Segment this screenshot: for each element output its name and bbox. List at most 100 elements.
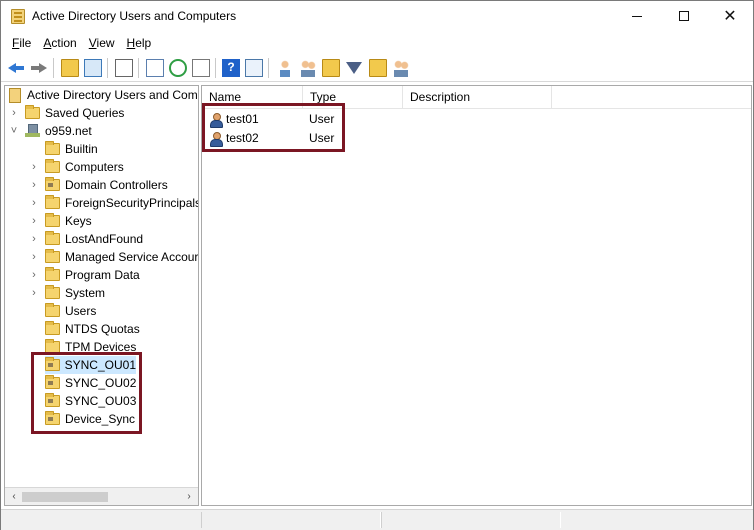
toolbar-separator bbox=[107, 58, 108, 78]
show-hide-console-tree-icon[interactable] bbox=[84, 59, 102, 77]
active-directory-icon bbox=[9, 87, 21, 103]
menu-file[interactable]: File bbox=[6, 33, 37, 53]
minimize-icon bbox=[632, 15, 642, 17]
properties-icon[interactable] bbox=[146, 59, 164, 77]
scrollbar-thumb[interactable] bbox=[22, 492, 108, 502]
menu-action-rest: ction bbox=[51, 36, 77, 50]
clipboard-icon[interactable] bbox=[115, 59, 133, 77]
filter-icon[interactable] bbox=[346, 62, 362, 74]
chevron-right-icon[interactable]: › bbox=[29, 161, 39, 173]
export-list-icon[interactable] bbox=[192, 59, 210, 77]
chevron-right-icon[interactable]: › bbox=[29, 287, 39, 299]
back-icon[interactable] bbox=[7, 59, 25, 77]
tree-item-users[interactable]: Users bbox=[45, 302, 96, 320]
folder-icon bbox=[45, 213, 60, 227]
help-icon[interactable]: ? bbox=[222, 59, 240, 77]
tree-item-foreign-security-principals[interactable]: › ForeignSecurityPrincipals bbox=[29, 194, 198, 212]
scroll-left-arrow[interactable]: ‹ bbox=[7, 490, 21, 504]
tree-item-builtin[interactable]: Builtin bbox=[45, 140, 98, 158]
toolbar-separator bbox=[53, 58, 54, 78]
chevron-right-icon[interactable]: › bbox=[29, 269, 39, 281]
toolbar: ? bbox=[1, 55, 753, 82]
find-objects-icon[interactable] bbox=[369, 59, 387, 77]
active-directory-app-icon bbox=[11, 9, 25, 24]
folder-icon bbox=[45, 159, 60, 173]
scroll-right-arrow[interactable]: › bbox=[182, 490, 196, 504]
folder-icon bbox=[25, 105, 40, 119]
folder-icon bbox=[45, 303, 60, 317]
folder-icon bbox=[45, 141, 60, 155]
up-one-level-icon[interactable] bbox=[61, 59, 79, 77]
tree-item-label: Builtin bbox=[65, 142, 98, 156]
tree-item-label: Computers bbox=[65, 160, 124, 174]
column-header-description[interactable]: Description bbox=[403, 86, 552, 109]
maximize-icon bbox=[679, 11, 689, 21]
folder-icon bbox=[45, 285, 60, 299]
tree-item-system[interactable]: › System bbox=[29, 284, 105, 302]
minimize-button[interactable] bbox=[614, 1, 660, 31]
main-window: Active Directory Users and Computers ✕ F… bbox=[0, 0, 754, 530]
menu-action[interactable]: Action bbox=[37, 33, 82, 53]
add-to-group-icon[interactable] bbox=[392, 59, 410, 77]
menu-help-rest: elp bbox=[135, 36, 152, 50]
tree-item-label: Users bbox=[65, 304, 97, 318]
menu-file-rest: ile bbox=[19, 36, 32, 50]
chevron-right-icon[interactable]: › bbox=[9, 107, 19, 119]
create-ou-icon[interactable] bbox=[322, 59, 340, 77]
tree-item-label: Domain Controllers bbox=[65, 178, 168, 192]
create-user-icon[interactable] bbox=[276, 59, 294, 77]
folder-icon bbox=[45, 321, 60, 335]
status-section bbox=[201, 512, 381, 528]
window-title: Active Directory Users and Computers bbox=[32, 9, 237, 23]
forward-icon[interactable] bbox=[30, 59, 48, 77]
tree-item-label: Saved Queries bbox=[45, 106, 125, 120]
close-button[interactable]: ✕ bbox=[707, 1, 753, 31]
menu-view-rest: iew bbox=[96, 36, 115, 50]
menu-bar: File Action View Help bbox=[1, 32, 753, 54]
menu-view-mnemonic: V bbox=[88, 36, 97, 50]
tree-item-label: Program Data bbox=[65, 268, 140, 282]
tree-item-domain-controllers[interactable]: › Domain Controllers bbox=[29, 176, 168, 194]
chevron-right-icon[interactable]: › bbox=[29, 251, 39, 263]
create-group-icon[interactable] bbox=[299, 59, 317, 77]
chevron-right-icon[interactable]: › bbox=[29, 179, 39, 191]
menu-help[interactable]: Help bbox=[121, 33, 158, 53]
folder-icon bbox=[45, 249, 60, 263]
tree-item-ntds-quotas[interactable]: NTDS Quotas bbox=[45, 320, 140, 338]
chevron-right-icon[interactable]: › bbox=[29, 197, 39, 209]
tree-item-program-data[interactable]: › Program Data bbox=[29, 266, 140, 284]
tree-item-computers[interactable]: › Computers bbox=[29, 158, 124, 176]
tree-item-domain[interactable]: ˅ o959.net bbox=[9, 122, 92, 140]
chevron-right-icon[interactable]: › bbox=[29, 215, 39, 227]
tree-item-label: Managed Service Accour bbox=[65, 250, 199, 264]
title-bar: Active Directory Users and Computers ✕ bbox=[1, 1, 753, 32]
tree-item-lost-and-found[interactable]: › LostAndFound bbox=[29, 230, 143, 248]
horizontal-scrollbar[interactable]: ‹ › bbox=[5, 487, 198, 505]
tree-item-saved-queries[interactable]: › Saved Queries bbox=[9, 104, 124, 122]
tree-item-label: System bbox=[65, 286, 106, 300]
action-pane-icon[interactable] bbox=[245, 59, 263, 77]
menu-view[interactable]: View bbox=[83, 33, 121, 53]
status-bar bbox=[1, 509, 753, 530]
tree-item-keys[interactable]: › Keys bbox=[29, 212, 92, 230]
tree-item-label: Keys bbox=[65, 214, 92, 228]
tree-item-label: LostAndFound bbox=[65, 232, 144, 246]
tree-item-label: o959.net bbox=[45, 124, 92, 138]
refresh-icon[interactable] bbox=[169, 59, 187, 77]
folder-icon bbox=[45, 231, 60, 245]
domain-icon bbox=[25, 124, 40, 138]
tree-item-label: Active Directory Users and Com bbox=[27, 88, 198, 102]
toolbar-separator bbox=[215, 58, 216, 78]
console-tree-pane[interactable]: Active Directory Users and Com › Saved Q… bbox=[4, 85, 199, 506]
menu-help-mnemonic: H bbox=[126, 36, 136, 50]
chevron-right-icon[interactable]: › bbox=[29, 233, 39, 245]
tree-item-managed-service-accounts[interactable]: › Managed Service Accour bbox=[29, 248, 198, 266]
organizational-unit-icon bbox=[45, 177, 60, 191]
status-section bbox=[381, 512, 561, 528]
annotation-highlight-right bbox=[202, 103, 345, 152]
chevron-down-icon[interactable]: ˅ bbox=[9, 125, 19, 137]
maximize-button[interactable] bbox=[661, 1, 707, 31]
tree-item-root[interactable]: Active Directory Users and Com bbox=[9, 86, 198, 104]
folder-icon bbox=[45, 267, 60, 281]
tree-item-label: NTDS Quotas bbox=[65, 322, 140, 336]
